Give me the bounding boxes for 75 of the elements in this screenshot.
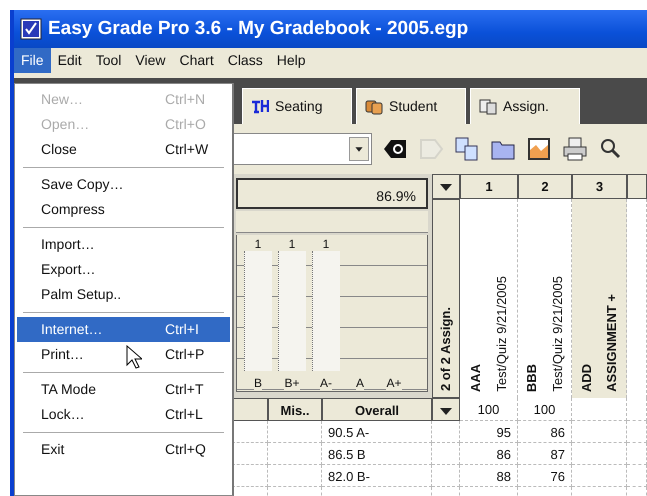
menu-item[interactable]: Exit Ctrl+Q [17, 437, 230, 462]
dropdown-arrow-icon [440, 184, 452, 192]
menu-item[interactable]: Compress [17, 197, 230, 222]
grid-cell [232, 398, 268, 421]
grade-cell: 82.0 B- [322, 465, 432, 487]
grid-cell [268, 443, 322, 465]
column-menu[interactable] [432, 398, 460, 421]
grid-cell [432, 421, 460, 443]
menu-item[interactable]: Help [270, 48, 313, 72]
menu-item[interactable]: Tool [88, 48, 128, 72]
score-cell: 86 [518, 421, 572, 443]
mouse-cursor-icon [126, 345, 142, 369]
column-header[interactable]: Mis.. [268, 398, 322, 421]
app-icon [20, 18, 42, 40]
documents-icon [479, 98, 497, 115]
menu-item[interactable]: Class [220, 48, 270, 72]
menu-item[interactable]: Close Ctrl+W [17, 137, 230, 162]
grade-cell: 90.5 A- [322, 421, 432, 443]
tab[interactable]: Student [356, 88, 466, 124]
count-label: 1 [254, 236, 262, 251]
grid-cell [432, 465, 460, 487]
column-header[interactable]: 3 [572, 174, 627, 199]
grid-cell [572, 465, 627, 487]
assignment-type: Test/Quiz 9/21/2005 [548, 276, 566, 392]
tab[interactable]: Assign. [470, 88, 580, 124]
seating-icon [251, 98, 269, 115]
column-menu[interactable] [432, 174, 460, 199]
column-header[interactable]: 2 [518, 174, 572, 199]
grid-cell [268, 421, 322, 443]
grid-cell [627, 465, 647, 487]
chart-icon[interactable] [526, 136, 552, 162]
menu-item[interactable]: File [14, 48, 51, 72]
menu-item[interactable]: Save Copy… [17, 172, 230, 197]
grid-cell [268, 465, 322, 487]
menu-item[interactable]: TA Mode Ctrl+T [17, 377, 230, 402]
score-cell: 88 [460, 465, 518, 487]
grid-cell [572, 443, 627, 465]
grid-cell [432, 443, 460, 465]
assignment-name: BBB [523, 364, 540, 392]
grid-cell [627, 421, 647, 443]
menu-item[interactable]: Palm Setup.. [17, 282, 230, 307]
score-cell: 95 [460, 421, 518, 443]
percentage-bar: 86.9% [236, 178, 428, 209]
menu-item[interactable]: Lock… Ctrl+L [17, 402, 230, 427]
score-cell: 86 [460, 443, 518, 465]
menu-item[interactable]: Internet… Ctrl+I [17, 317, 230, 342]
printer-icon[interactable] [562, 136, 588, 162]
add-assignment-link[interactable]: ASSIGNMENT + [602, 294, 622, 392]
assignment-type: Test/Quiz 9/21/2005 [492, 276, 510, 392]
tab[interactable]: Seating [242, 88, 352, 124]
count-label: 1 [322, 236, 330, 251]
menu-item[interactable]: Chart [172, 48, 221, 72]
menu-item[interactable]: Import… [17, 232, 230, 257]
grade-cell: 86.5 B [322, 443, 432, 465]
menu-item[interactable]: Edit [50, 48, 89, 72]
column-header[interactable]: Overall [322, 398, 432, 421]
points-cell: 100 [460, 398, 518, 421]
column-header[interactable]: 1 [460, 174, 518, 199]
score-cell: 87 [518, 443, 572, 465]
grid-cell [572, 421, 627, 443]
documents-icon[interactable] [454, 136, 480, 162]
assignment-name: AAA [467, 364, 484, 392]
menu-item[interactable]: View [128, 48, 172, 72]
dropdown-arrow-icon [440, 408, 452, 416]
menu-item[interactable]: Print… Ctrl+P [17, 342, 230, 367]
assignment-count: 2 of 2 Assign. [437, 306, 454, 391]
points-cell: 100 [518, 398, 572, 421]
people-icon [365, 98, 383, 115]
add-label[interactable]: ADD [576, 364, 596, 392]
grid-cell [627, 398, 647, 421]
window-title: Easy Grade Pro 3.6 - My Gradebook - 2005.egp [48, 16, 468, 41]
score-cell: 76 [518, 465, 572, 487]
menu-item[interactable]: Export… [17, 257, 230, 282]
count-label: 1 [288, 236, 296, 251]
grid-cell [627, 443, 647, 465]
